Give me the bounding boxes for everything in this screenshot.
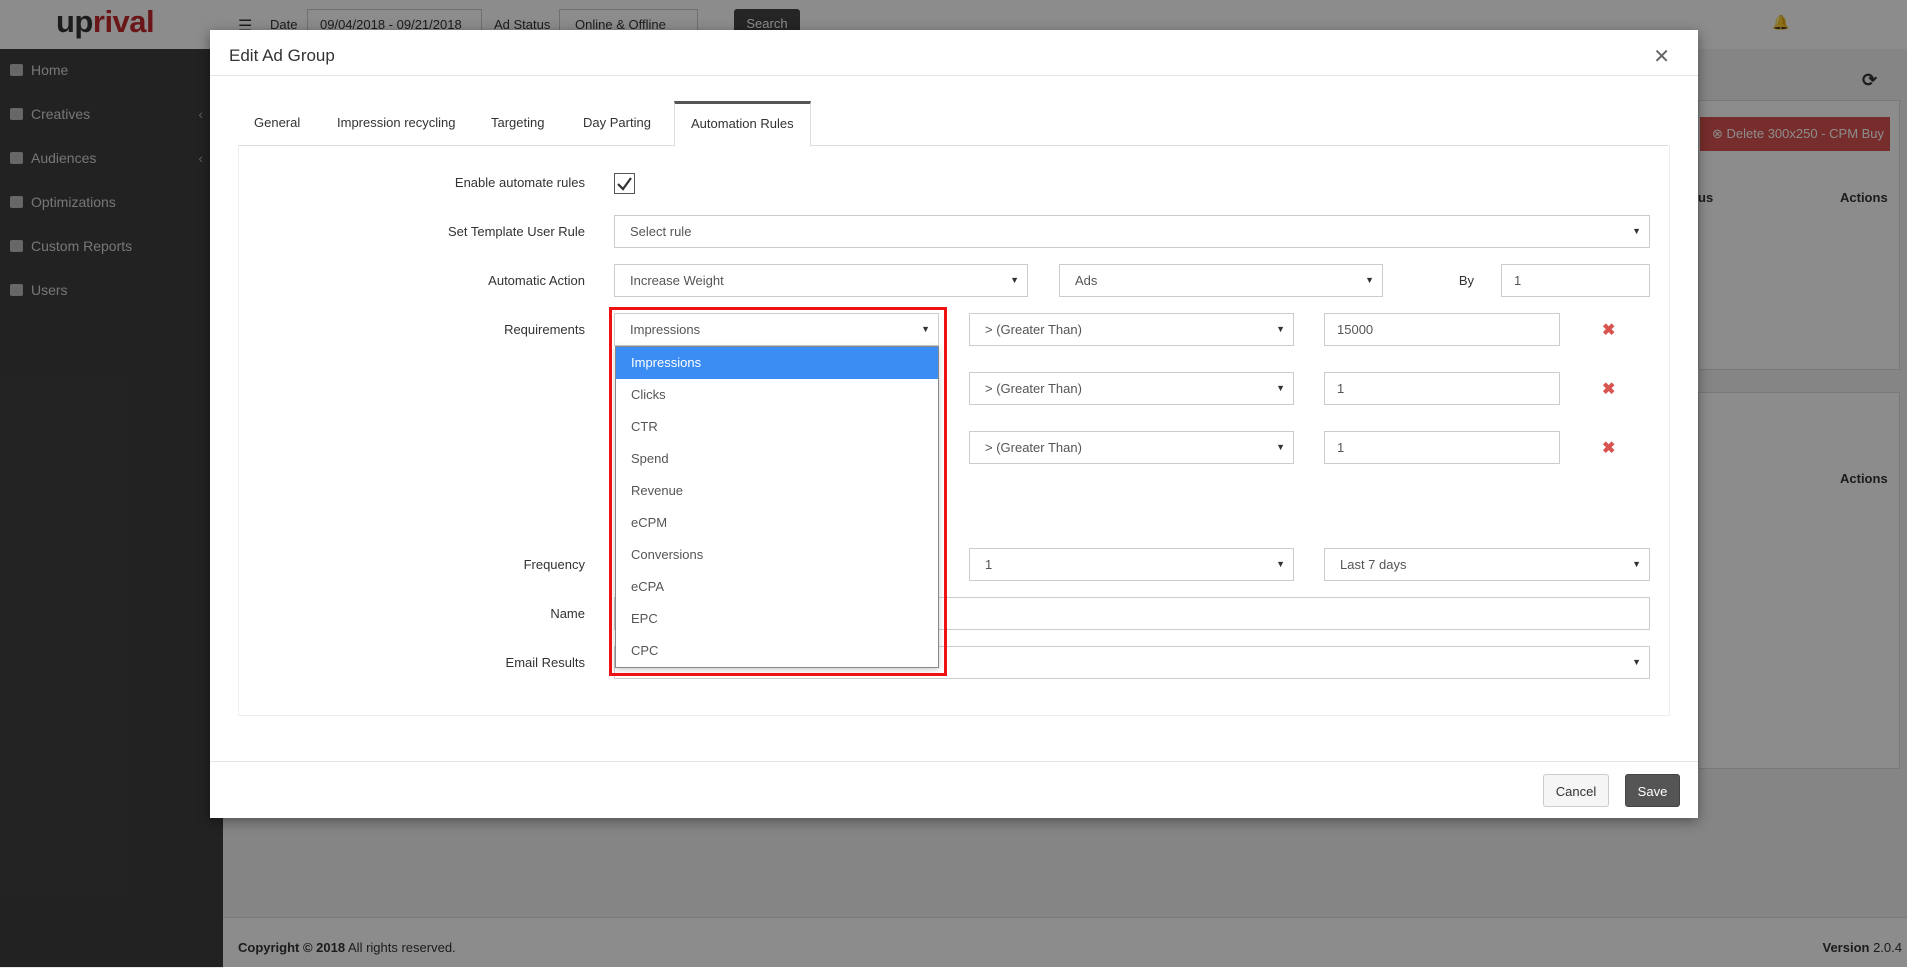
enable-automate-checkbox[interactable]: [614, 173, 635, 194]
requirement-operator-value: > (Greater Than): [985, 440, 1082, 455]
by-label: By: [1458, 273, 1474, 288]
template-rule-value: Select rule: [630, 224, 692, 239]
chevron-down-icon: ▼: [1010, 275, 1019, 285]
chevron-down-icon: ▼: [1276, 442, 1285, 452]
requirement-value-input[interactable]: 15000: [1324, 313, 1560, 346]
automatic-action-select[interactable]: Increase Weight ▼: [614, 264, 1028, 297]
enable-automate-label: Enable automate rules: [454, 175, 585, 190]
modal-title: Edit Ad Group: [229, 46, 335, 65]
requirement-operator-select[interactable]: > (Greater Than) ▼: [969, 431, 1294, 464]
cancel-button[interactable]: Cancel: [1543, 774, 1609, 807]
frequency-label: Frequency: [523, 557, 585, 572]
requirement-operator-select[interactable]: > (Greater Than) ▼: [969, 372, 1294, 405]
remove-requirement-icon[interactable]: ✖: [1602, 379, 1615, 399]
by-input[interactable]: 1: [1501, 264, 1650, 297]
chevron-down-icon: ▼: [1632, 559, 1641, 569]
email-results-label: Email Results: [505, 655, 585, 670]
checkmark-icon: [617, 177, 632, 191]
frequency-select[interactable]: 1 ▼: [969, 548, 1294, 581]
tab-targeting[interactable]: Targeting: [475, 101, 560, 145]
frequency-value: 1: [985, 557, 993, 572]
close-icon[interactable]: ✕: [1653, 44, 1670, 69]
template-rule-label: Set Template User Rule: [447, 224, 585, 239]
remove-requirement-icon[interactable]: ✖: [1602, 320, 1615, 340]
remove-requirement-icon[interactable]: ✖: [1602, 438, 1615, 458]
modal-footer-divider: [210, 761, 1698, 762]
save-button[interactable]: Save: [1625, 774, 1680, 807]
name-label: Name: [550, 606, 585, 621]
requirement-operator-select[interactable]: > (Greater Than) ▼: [969, 313, 1294, 346]
requirement-value-input[interactable]: 1: [1324, 372, 1560, 405]
frequency-period-value: Last 7 days: [1340, 557, 1407, 572]
requirements-label: Requirements: [504, 322, 585, 337]
chevron-down-icon: ▼: [1276, 559, 1285, 569]
frequency-period-select[interactable]: Last 7 days ▼: [1324, 548, 1650, 581]
automatic-action-value: Increase Weight: [630, 273, 724, 288]
tab-general[interactable]: General: [238, 101, 316, 145]
edit-ad-group-modal: Edit Ad Group ✕ General Impression recyc…: [210, 30, 1698, 818]
template-rule-select[interactable]: Select rule ▼: [614, 215, 1650, 248]
chevron-down-icon: ▼: [1632, 226, 1641, 236]
automatic-action-label: Automatic Action: [488, 273, 585, 288]
tab-day-parting[interactable]: Day Parting: [567, 101, 667, 145]
chevron-down-icon: ▼: [1632, 657, 1641, 667]
modal-header-divider: [210, 75, 1698, 76]
chevron-down-icon: ▼: [1276, 383, 1285, 393]
tab-automation-rules[interactable]: Automation Rules: [674, 101, 811, 147]
tab-bar: General Impression recycling Targeting D…: [238, 101, 1668, 147]
annotation-highlight-box: [609, 307, 947, 676]
requirement-operator-value: > (Greater Than): [985, 381, 1082, 396]
tab-impression-recycling[interactable]: Impression recycling: [321, 101, 472, 145]
action-target-value: Ads: [1075, 273, 1098, 288]
requirement-operator-value: > (Greater Than): [985, 322, 1082, 337]
chevron-down-icon: ▼: [1276, 324, 1285, 334]
requirement-value-input[interactable]: 1: [1324, 431, 1560, 464]
